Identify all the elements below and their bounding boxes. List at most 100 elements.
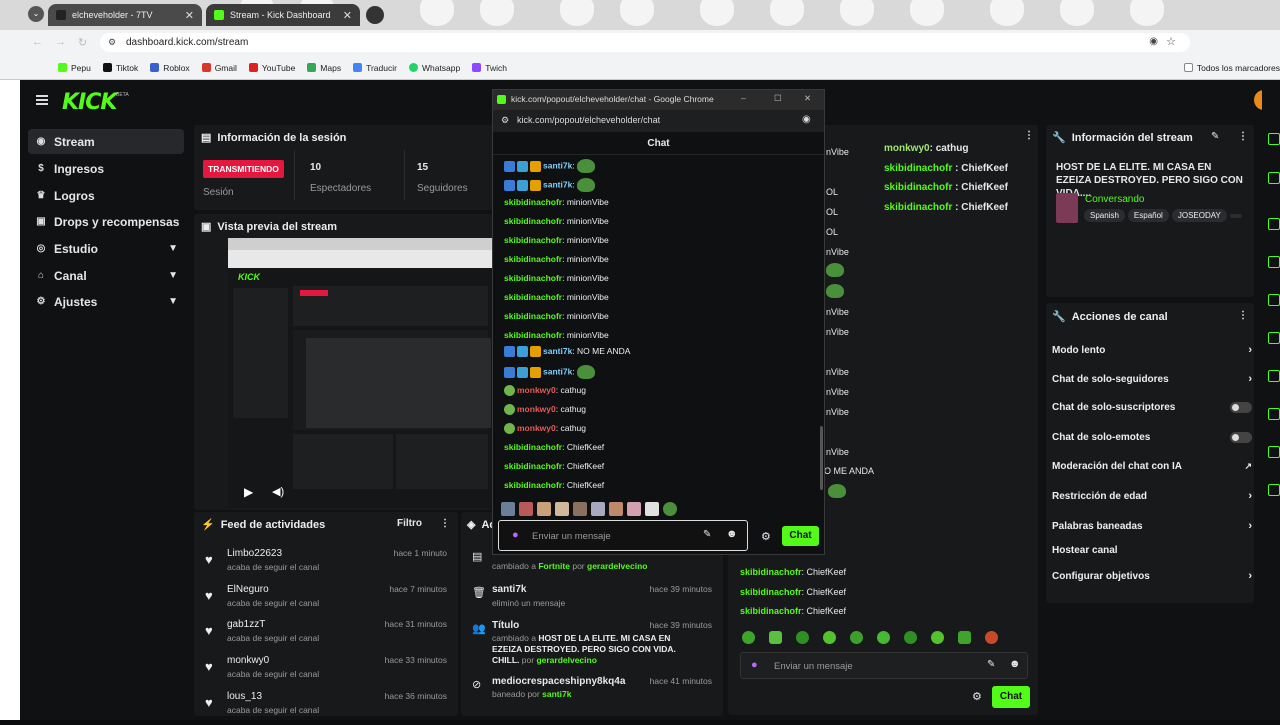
action-palabras-baneadas[interactable]: Palabras baneadas ›	[1052, 520, 1252, 532]
category-name[interactable]: Conversando	[1085, 194, 1144, 205]
chat-username[interactable]: skibidinachofr	[504, 292, 562, 302]
chat-settings-icon[interactable]: ⚙	[972, 690, 982, 703]
emote-icon[interactable]	[609, 502, 623, 516]
emote-icon[interactable]	[796, 631, 809, 644]
star-icon[interactable]: ☆	[1166, 35, 1176, 48]
back-icon[interactable]: ←	[32, 36, 43, 48]
action-restriccion-edad[interactable]: Restricción de edad ›	[1052, 490, 1252, 502]
popout-address-bar[interactable]: ⚙ kick.com/popout/elcheveholder/chat ◉	[493, 110, 824, 132]
action-solo-suscriptores[interactable]: Chat de solo-suscriptores	[1052, 402, 1252, 413]
emote-icon[interactable]	[850, 631, 863, 644]
close-icon[interactable]: ✕	[343, 9, 352, 22]
chat-settings-icon[interactable]: ⚙	[761, 530, 771, 543]
rail-button[interactable]	[1268, 294, 1280, 306]
emoji-icon[interactable]: ☻	[726, 528, 738, 540]
more-options-icon[interactable]: ⋮	[1238, 310, 1248, 321]
more-options-icon[interactable]: ⋮	[1024, 130, 1034, 141]
emote-icon[interactable]	[627, 502, 641, 516]
translate-icon[interactable]: ✎	[987, 659, 995, 670]
address-bar[interactable]: ⚙ dashboard.kick.com/stream ◉ ☆	[100, 33, 1190, 52]
nav-drops[interactable]: ▣ Drops y recompensas	[28, 209, 184, 234]
emote-icon[interactable]	[663, 502, 677, 516]
volume-icon[interactable]: ◀)	[272, 485, 284, 498]
chat-username[interactable]: skibidinachofr	[504, 461, 562, 471]
chat-username[interactable]: skibidinachofr	[504, 330, 562, 340]
chat-username[interactable]: monkwy0	[517, 385, 556, 395]
chat-username[interactable]: santi7k	[543, 160, 572, 170]
chat-input[interactable]: ● Enviar un mensaje ✎ ☻	[740, 652, 1028, 679]
bookmark-youtube[interactable]: YouTube	[248, 63, 295, 73]
popout-send-button[interactable]: Chat	[782, 526, 819, 546]
feed-user[interactable]: monkwy0	[227, 655, 269, 666]
tag[interactable]: JOSEODAY	[1171, 209, 1227, 222]
chat-username[interactable]: skibidinachofr	[504, 216, 562, 226]
rail-button[interactable]	[1268, 332, 1280, 344]
bookmark-pepu[interactable]: Pepu	[58, 63, 91, 73]
chat-username[interactable]: skibidinachofr	[504, 480, 562, 490]
feed-user[interactable]: gab1zzT	[227, 619, 265, 630]
emote-icon[interactable]	[742, 631, 755, 644]
rail-button[interactable]	[1268, 484, 1280, 496]
nav-logros[interactable]: ♛ Logros	[28, 183, 184, 208]
microphone-icon[interactable]: ●	[512, 529, 519, 541]
emote-icon[interactable]	[823, 631, 836, 644]
close-icon[interactable]: ✕	[185, 9, 194, 22]
site-info-icon[interactable]: ⚙	[108, 37, 116, 48]
feed-user[interactable]: ElNeguro	[227, 584, 269, 595]
nav-estudio[interactable]: ◎ Estudio ▼	[28, 236, 184, 261]
feed-user[interactable]: lous_13	[227, 691, 262, 702]
emote-icon[interactable]	[931, 631, 944, 644]
emote-icon[interactable]	[877, 631, 890, 644]
rail-button[interactable]	[1268, 218, 1280, 230]
rail-button[interactable]	[1268, 408, 1280, 420]
tab-list-button[interactable]: ⌄	[28, 6, 44, 22]
emote-icon[interactable]	[573, 502, 587, 516]
forward-icon[interactable]: →	[55, 36, 66, 48]
tab-kick-dashboard[interactable]: Stream - Kick Dashboard ✕	[206, 4, 360, 26]
action-modo-lento[interactable]: Modo lento ›	[1052, 344, 1252, 356]
reload-icon[interactable]: ↻	[78, 36, 87, 49]
popout-title-bar[interactable]: kick.com/popout/elcheveholder/chat - Goo…	[493, 90, 824, 110]
bookmark-traducir[interactable]: Traducir	[353, 63, 397, 73]
bookmarks-folder[interactable]: Todos los marcadores	[1183, 63, 1280, 73]
bookmark-tiktok[interactable]: Tiktok	[102, 63, 138, 73]
more-options-icon[interactable]: ⋮	[440, 518, 450, 529]
nav-ajustes[interactable]: ⚙ Ajustes ▼	[28, 289, 184, 314]
emote-icon[interactable]	[555, 502, 569, 516]
translate-icon[interactable]: ✎	[703, 529, 711, 540]
rail-button[interactable]	[1268, 370, 1280, 382]
bookmark-gmail[interactable]: Gmail	[201, 63, 237, 73]
maximize-icon[interactable]: ☐	[774, 93, 782, 104]
chat-username[interactable]: skibidinachofr	[504, 235, 562, 245]
edit-icon[interactable]: ✎	[1211, 131, 1219, 142]
bookmark-maps[interactable]: Maps	[307, 63, 341, 73]
toggle-switch[interactable]	[1230, 432, 1252, 443]
tag[interactable]: Spanish	[1084, 209, 1125, 222]
action-hostear-canal[interactable]: Hostear canal	[1052, 545, 1252, 556]
bookmark-whatsapp[interactable]: Whatsapp	[408, 63, 460, 73]
close-icon[interactable]: ✕	[804, 93, 811, 104]
emote-icon[interactable]	[958, 631, 971, 644]
action-solo-emotes[interactable]: Chat de solo-emotes	[1052, 432, 1252, 443]
scrollbar[interactable]	[820, 426, 823, 490]
emote-icon[interactable]	[501, 502, 515, 516]
chat-username[interactable]: skibidinachofr	[504, 442, 562, 452]
play-icon[interactable]: ▶	[244, 485, 253, 499]
chat-username[interactable]: skibidinachofr	[504, 311, 562, 321]
nav-ingresos[interactable]: $ Ingresos	[28, 156, 184, 181]
tab-7tv[interactable]: elcheveholder - 7TV ✕	[48, 4, 202, 26]
emote-icon[interactable]	[904, 631, 917, 644]
stream-preview-video[interactable]: KICK	[228, 238, 493, 508]
action-moderacion-ia[interactable]: Moderación del chat con IA ↗	[1052, 461, 1252, 472]
emote-icon[interactable]	[537, 502, 551, 516]
menu-icon[interactable]	[36, 95, 48, 105]
emote-icon[interactable]	[769, 631, 782, 644]
chat-username[interactable]: skibidinachofr	[504, 197, 562, 207]
chat-send-button[interactable]: Chat	[992, 686, 1030, 708]
bookmark-twich[interactable]: Twich	[472, 63, 507, 73]
emote-icon[interactable]	[985, 631, 998, 644]
chat-username[interactable]: santi7k	[543, 346, 572, 356]
emote-icon[interactable]	[591, 502, 605, 516]
kick-logo[interactable]: KICK	[62, 90, 117, 115]
feed-user[interactable]: Limbo22623	[227, 548, 282, 559]
